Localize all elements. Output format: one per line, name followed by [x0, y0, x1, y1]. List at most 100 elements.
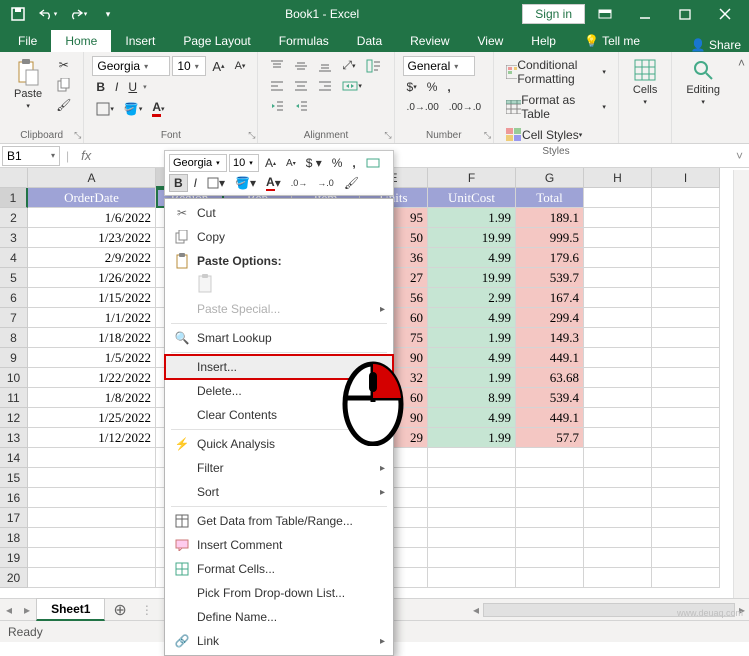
cell[interactable]: 167.4 [516, 288, 584, 308]
cell[interactable] [584, 508, 652, 528]
row-header[interactable]: 3 [0, 228, 28, 248]
tab-data[interactable]: Data [343, 30, 396, 52]
ctx-filter[interactable]: Filter▸ [165, 456, 393, 480]
cell[interactable] [28, 528, 156, 548]
ctx-smart-lookup[interactable]: 🔍Smart Lookup [165, 326, 393, 350]
cell[interactable]: 1.99 [428, 328, 516, 348]
cell[interactable]: 1/23/2022 [28, 228, 156, 248]
cell[interactable]: Total [516, 188, 584, 208]
cell[interactable] [584, 328, 652, 348]
dialog-launcher-icon[interactable]: ⤡ [484, 130, 491, 141]
tab-help[interactable]: Help [517, 30, 570, 52]
cell[interactable]: 189.1 [516, 208, 584, 228]
share-button[interactable]: 👤 Share [691, 38, 741, 52]
cell[interactable]: UnitCost [428, 188, 516, 208]
cell[interactable]: 19.99 [428, 228, 516, 248]
col-header-g[interactable]: G [516, 168, 584, 188]
cell[interactable] [428, 488, 516, 508]
mini-bold[interactable]: B [169, 174, 188, 192]
cell[interactable] [652, 368, 720, 388]
ctx-insert-comment[interactable]: Insert Comment [165, 533, 393, 557]
grow-font-button[interactable]: A▴ [208, 57, 228, 76]
conditional-formatting-button[interactable]: Conditional Formatting ▾ [502, 56, 610, 88]
cell[interactable] [428, 548, 516, 568]
cell[interactable]: 1.99 [428, 208, 516, 228]
cell[interactable]: 1/15/2022 [28, 288, 156, 308]
mini-fill-color[interactable]: 🪣▾ [231, 174, 260, 192]
cell[interactable] [28, 508, 156, 528]
cell[interactable] [584, 228, 652, 248]
cell[interactable] [652, 448, 720, 468]
cell[interactable] [516, 488, 584, 508]
cell[interactable]: 1/22/2022 [28, 368, 156, 388]
cell-styles-button[interactable]: Cell Styles ▾ [502, 126, 586, 144]
percent-button[interactable]: % [423, 78, 442, 96]
borders-button[interactable]: ▾ [92, 100, 118, 118]
tab-page-layout[interactable]: Page Layout [169, 30, 264, 52]
col-header-h[interactable]: H [584, 168, 652, 188]
cell[interactable] [652, 528, 720, 548]
cell[interactable]: OrderDate [28, 188, 156, 208]
decrease-indent-button[interactable] [266, 97, 288, 115]
cell[interactable]: 1/5/2022 [28, 348, 156, 368]
ctx-format-cells[interactable]: Format Cells... [165, 557, 393, 581]
ctx-cut[interactable]: ✂Cut [165, 201, 393, 225]
wrap-text-button[interactable] [362, 57, 386, 75]
shrink-font-button[interactable]: A▾ [231, 57, 250, 75]
cell[interactable] [584, 468, 652, 488]
sign-in-button[interactable]: Sign in [522, 4, 585, 24]
cell[interactable] [652, 508, 720, 528]
cell[interactable] [652, 568, 720, 588]
cell[interactable] [584, 288, 652, 308]
cell[interactable]: 1/12/2022 [28, 428, 156, 448]
mini-font-combo[interactable]: Georgia▾ [169, 154, 227, 172]
row-header[interactable]: 20 [0, 568, 28, 588]
merge-button[interactable]: ▾ [338, 77, 366, 95]
cell[interactable]: 4.99 [428, 308, 516, 328]
row-header[interactable]: 11 [0, 388, 28, 408]
editing-button[interactable]: Editing ▾ [680, 56, 726, 108]
cell[interactable] [652, 228, 720, 248]
tab-home[interactable]: Home [51, 30, 111, 52]
ctx-clear-contents[interactable]: Clear Contents [165, 403, 393, 427]
font-name-combo[interactable]: Georgia▾ [92, 56, 170, 76]
bold-button[interactable]: B [92, 78, 109, 96]
mini-shrink-font[interactable]: A▾ [282, 154, 300, 172]
add-sheet-button[interactable]: ⊕ [105, 600, 134, 620]
tab-insert[interactable]: Insert [111, 30, 169, 52]
cell[interactable]: 57.7 [516, 428, 584, 448]
cell[interactable] [652, 468, 720, 488]
dialog-launcher-icon[interactable]: ⤡ [384, 130, 391, 141]
cell[interactable]: 1/8/2022 [28, 388, 156, 408]
cell[interactable] [584, 348, 652, 368]
cell[interactable] [584, 448, 652, 468]
cell[interactable] [584, 368, 652, 388]
cell[interactable]: 4.99 [428, 408, 516, 428]
cell[interactable] [584, 428, 652, 448]
cell[interactable] [584, 548, 652, 568]
row-header[interactable]: 15 [0, 468, 28, 488]
row-header[interactable]: 6 [0, 288, 28, 308]
ctx-copy[interactable]: Copy [165, 225, 393, 249]
cell[interactable] [584, 528, 652, 548]
cell[interactable] [652, 428, 720, 448]
cell[interactable] [584, 248, 652, 268]
cell[interactable] [652, 388, 720, 408]
cell[interactable]: 8.99 [428, 388, 516, 408]
cell[interactable]: 1.99 [428, 428, 516, 448]
cell[interactable]: 449.1 [516, 348, 584, 368]
italic-button[interactable]: I [111, 78, 122, 96]
row-header[interactable]: 9 [0, 348, 28, 368]
cell[interactable]: 2.99 [428, 288, 516, 308]
cell[interactable] [28, 548, 156, 568]
row-header[interactable]: 8 [0, 328, 28, 348]
cell[interactable] [652, 188, 720, 208]
cell[interactable] [584, 408, 652, 428]
cell[interactable] [516, 508, 584, 528]
cell[interactable]: 179.6 [516, 248, 584, 268]
number-format-combo[interactable]: General▾ [403, 56, 475, 76]
mini-format-painter[interactable]: 🖌 [340, 174, 363, 192]
ctx-get-data-table[interactable]: Get Data from Table/Range... [165, 509, 393, 533]
cell[interactable] [428, 568, 516, 588]
row-header[interactable]: 19 [0, 548, 28, 568]
